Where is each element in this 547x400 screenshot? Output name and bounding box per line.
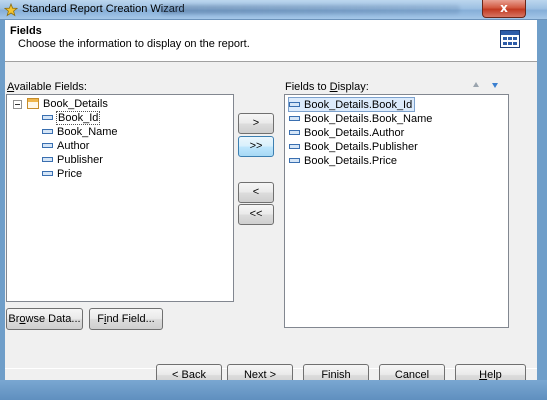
wizard-icon <box>4 3 18 17</box>
display-item-book-name[interactable]: Book_Details.Book_Name <box>289 112 432 126</box>
field-icon <box>42 170 53 176</box>
blurred-title-region <box>160 5 460 14</box>
browse-data-button[interactable]: Browse Data... <box>6 308 83 330</box>
close-button[interactable]: x <box>482 0 526 18</box>
tree-field-book-id[interactable]: Book_Id <box>42 111 101 125</box>
table-icon <box>27 97 39 109</box>
field-icon <box>42 128 53 134</box>
report-grid-icon <box>500 30 520 48</box>
arrow-up-icon[interactable] <box>473 82 479 87</box>
tree-field-publisher[interactable]: Publisher <box>42 153 103 167</box>
tree-field-book-name[interactable]: Book_Name <box>42 125 118 139</box>
add-field-button[interactable]: > <box>238 113 274 134</box>
wizard-header: Fields Choose the information to display… <box>5 20 537 62</box>
available-fields-label: Available Fields: <box>7 81 87 93</box>
field-icon <box>42 156 53 162</box>
tree-field-price[interactable]: Price <box>42 167 82 181</box>
field-icon <box>289 115 300 121</box>
fields-to-display-label: Fields to Display: <box>285 81 369 93</box>
field-icon <box>289 143 300 149</box>
page-subtitle: Choose the information to display on the… <box>18 38 250 50</box>
field-icon <box>289 129 300 135</box>
field-icon <box>289 157 300 163</box>
available-fields-tree[interactable]: Book_Details Book_Id Book_Name Author Pu… <box>6 94 234 302</box>
field-icon <box>42 114 53 120</box>
tree-field-author[interactable]: Author <box>42 139 89 153</box>
field-icon <box>289 101 300 107</box>
display-item-publisher[interactable]: Book_Details.Publisher <box>289 140 418 154</box>
field-icon <box>42 142 53 148</box>
display-item-book-id[interactable]: Book_Details.Book_Id <box>288 97 416 112</box>
remove-field-button[interactable]: < <box>238 182 274 203</box>
display-item-author[interactable]: Book_Details.Author <box>289 126 404 140</box>
wizard-body: Fields Choose the information to display… <box>5 20 537 395</box>
collapse-icon[interactable] <box>13 100 22 109</box>
fields-to-display-list[interactable]: Book_Details.Book_Id Book_Details.Book_N… <box>284 94 509 328</box>
title-bar[interactable]: Standard Report Creation Wizard x <box>0 0 547 20</box>
tree-table-node[interactable]: Book_Details <box>27 97 108 111</box>
page-title: Fields <box>10 25 42 37</box>
arrow-down-icon[interactable] <box>492 83 498 88</box>
find-field-button[interactable]: Find Field... <box>89 308 163 330</box>
add-all-fields-button[interactable]: >> <box>238 136 274 157</box>
display-item-price[interactable]: Book_Details.Price <box>289 154 397 168</box>
remove-all-fields-button[interactable]: << <box>238 204 274 225</box>
window-bottom-frame <box>0 380 547 400</box>
